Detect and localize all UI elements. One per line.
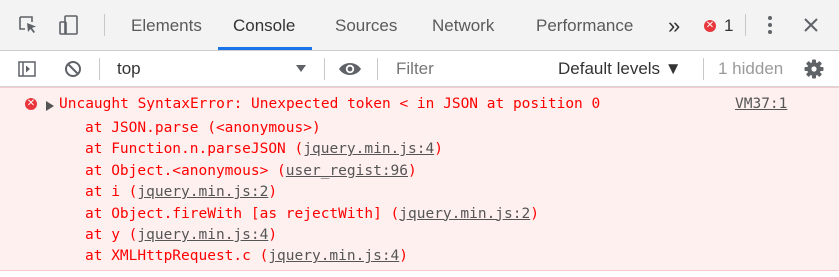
- stack-frame-text: ): [268, 227, 278, 243]
- dropdown-arrow-icon: [296, 65, 306, 72]
- stack-frame-text: ): [408, 162, 417, 179]
- log-levels-dropdown[interactable]: Default levels ▼: [558, 51, 682, 87]
- stack-frame-text: at i (: [85, 184, 138, 201]
- stack-frame-text: at Function.n.parseJSON (: [85, 141, 304, 158]
- tabbar-divider: [745, 14, 746, 36]
- stack-frame-link[interactable]: user_regist:96: [286, 163, 408, 179]
- stack-frame-text: ): [399, 248, 409, 265]
- stack-frame-link[interactable]: jquery.min.js:2: [137, 184, 268, 200]
- settings-gear-icon[interactable]: [803, 58, 825, 80]
- more-tabs-button[interactable]: »: [668, 0, 680, 51]
- context-selector[interactable]: top: [104, 51, 320, 87]
- stack-frame-text: ): [434, 141, 443, 158]
- stack-frame-text: at y (: [85, 227, 138, 243]
- error-message-text: Uncaught SyntaxError: Unexpected token <…: [59, 96, 601, 112]
- toolbar-divider: [703, 58, 704, 80]
- stack-frame-text: at Object.<anonymous> (: [85, 162, 286, 179]
- stack-frame-link[interactable]: jquery.min.js:4: [137, 227, 268, 243]
- stack-frame-text: ): [530, 205, 539, 222]
- filter-input[interactable]: [385, 55, 545, 83]
- kebab-menu-icon[interactable]: [763, 14, 777, 36]
- devtools-tabbar: Elements Console Sources Network Perform…: [0, 0, 839, 51]
- toolbar-divider: [324, 58, 325, 80]
- stack-frame: at i (jquery.min.js:2): [85, 182, 277, 203]
- context-value: top: [117, 59, 141, 78]
- stack-frame: at Object.fireWith [as rejectWith] (jque…: [85, 204, 539, 225]
- source-link[interactable]: VM37:1: [735, 94, 787, 115]
- stack-frame-link[interactable]: jquery.min.js:2: [399, 206, 530, 222]
- stack-frame: at Function.n.parseJSON (jquery.min.js:4…: [85, 139, 443, 160]
- error-count: 1: [724, 16, 734, 35]
- close-icon[interactable]: [801, 15, 821, 35]
- tabbar-divider: [104, 14, 105, 36]
- hidden-count-label: 1 hidden: [718, 59, 784, 78]
- console-error-message: ✕ Uncaught SyntaxError: Unexpected token…: [0, 87, 839, 271]
- stack-frame-link[interactable]: jquery.min.js:4: [303, 141, 434, 157]
- error-count-icon: ✕: [704, 20, 716, 32]
- stack-frame-text: ): [268, 184, 278, 201]
- console-toolbar: top Default levels ▼ 1 hidden: [0, 51, 839, 87]
- tab-network[interactable]: Network: [432, 0, 494, 51]
- stack-frame-text: at Object.fireWith [as rejectWith] (: [85, 205, 400, 222]
- clear-console-icon[interactable]: [63, 59, 83, 79]
- stack-frame: at JSON.parse (<anonymous>): [85, 118, 321, 139]
- stack-frame-link[interactable]: jquery.min.js:4: [268, 248, 399, 264]
- tab-elements[interactable]: Elements: [131, 0, 202, 51]
- stack-frame-text: at JSON.parse (<anonymous>): [85, 120, 321, 136]
- active-tab-indicator: [218, 47, 312, 50]
- tab-performance[interactable]: Performance: [536, 0, 633, 51]
- error-icon: ✕: [25, 98, 37, 110]
- device-toolbar-icon[interactable]: [57, 13, 81, 37]
- stack-frame: at Object.<anonymous> (user_regist:96): [85, 161, 417, 182]
- inspect-element-icon[interactable]: [17, 14, 39, 36]
- stack-frame: at y (jquery.min.js:4): [85, 225, 277, 246]
- tab-sources[interactable]: Sources: [335, 0, 397, 51]
- stack-frame-text: at XMLHttpRequest.c (: [85, 248, 269, 265]
- toolbar-divider: [377, 58, 378, 80]
- sidebar-toggle-icon[interactable]: [17, 59, 37, 79]
- stack-frame: at XMLHttpRequest.c (jquery.min.js:4): [85, 246, 408, 267]
- expand-triangle-icon[interactable]: [46, 101, 54, 111]
- error-count-badge[interactable]: ✕ 1: [704, 17, 738, 35]
- toolbar-divider: [99, 58, 100, 80]
- eye-icon[interactable]: [337, 59, 363, 79]
- tab-console[interactable]: Console: [233, 0, 295, 51]
